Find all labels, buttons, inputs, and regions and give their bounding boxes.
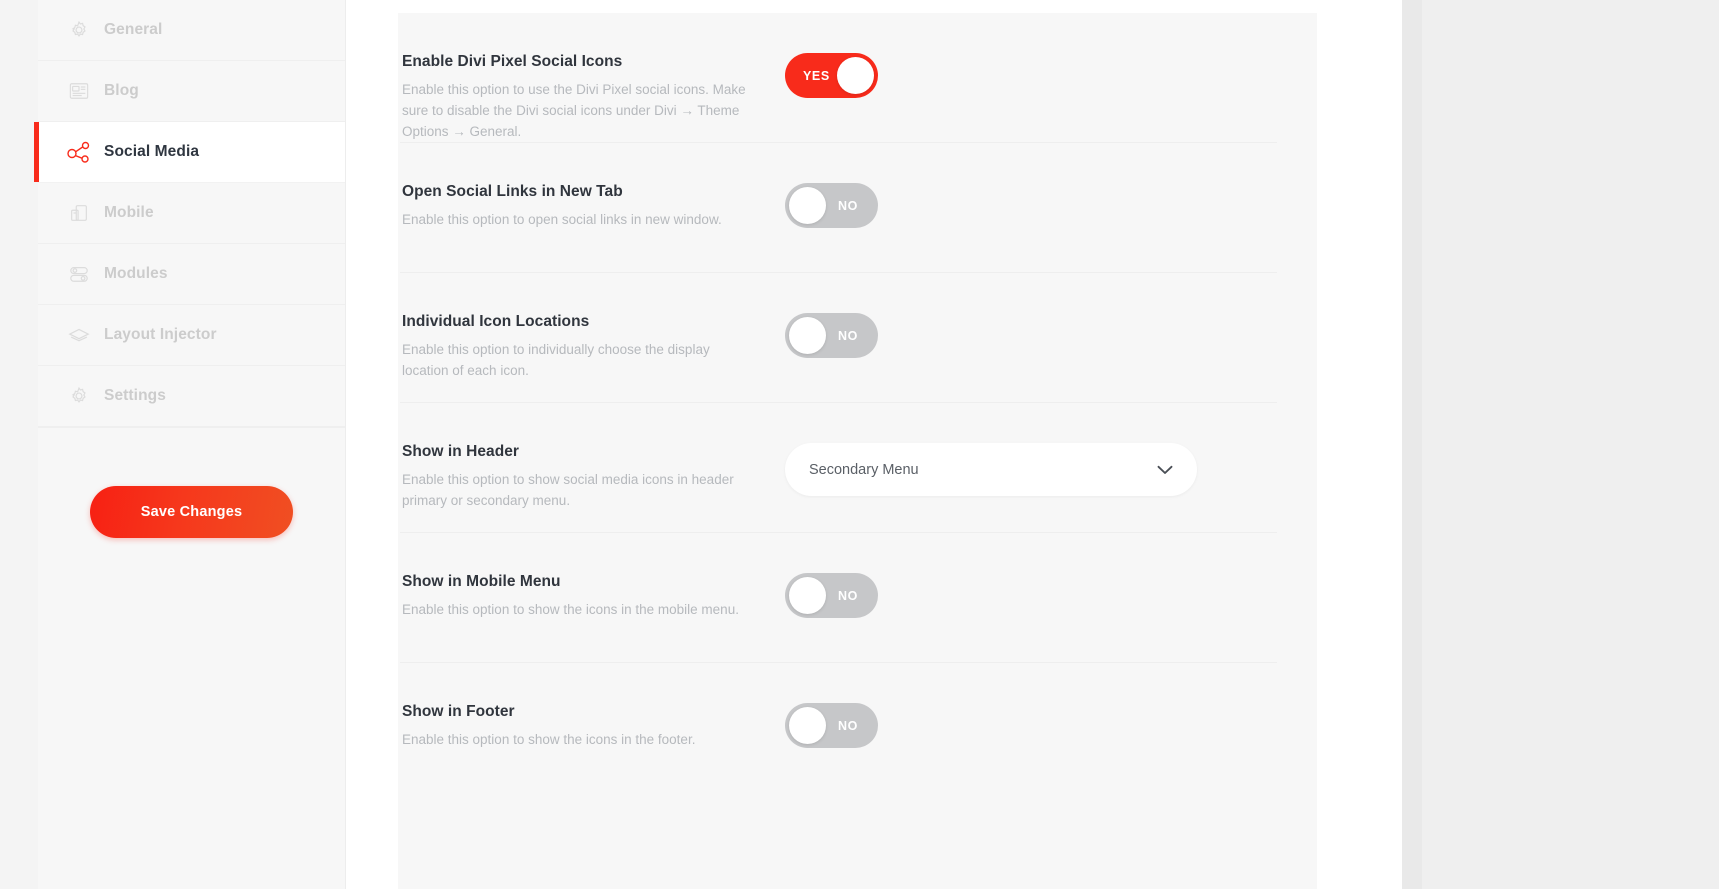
save-changes-button[interactable]: Save Changes: [90, 486, 293, 538]
option-control: NO: [782, 703, 1317, 751]
option-row: Individual Icon Locations Enable this opt…: [398, 273, 1317, 403]
sidebar-item-label: Settings: [104, 387, 166, 404]
option-row: Show in Footer Enable this option to show…: [398, 663, 1317, 793]
sidebar-item-label: Blog: [104, 82, 139, 99]
right-background-edge: [1402, 0, 1422, 889]
toggle-label: NO: [838, 198, 858, 213]
layers-icon: [66, 322, 92, 348]
toggle-switch[interactable]: NO: [785, 313, 878, 358]
option-control: Secondary Menu: [782, 443, 1317, 512]
option-control: NO: [782, 313, 1317, 382]
app-screen: General Blog Social Media Mobile Modules Layo…: [0, 0, 1719, 889]
toggle-label: NO: [838, 588, 858, 603]
option-text: Open Social Links in New Tab Enable this …: [402, 183, 782, 231]
option-control: YES: [782, 53, 1317, 143]
chevron-down-icon: [1157, 465, 1173, 475]
toggle-label: NO: [838, 328, 858, 343]
sidebar-item-label: Mobile: [104, 204, 154, 221]
option-description: Enable this option to show the icons in …: [402, 732, 696, 747]
toggle-knob: [789, 317, 826, 354]
share-icon: [66, 139, 92, 165]
sidebar-item-label: Social Media: [104, 143, 200, 160]
right-background: [1402, 0, 1719, 889]
mobile-icon: [66, 200, 92, 226]
modules-icon: [66, 261, 92, 287]
option-text: Individual Icon Locations Enable this opt…: [402, 313, 782, 382]
toggle-knob: [789, 187, 826, 224]
sidebar-item-social-media[interactable]: Social Media: [34, 122, 345, 183]
option-control: NO: [782, 183, 1317, 231]
option-row: Open Social Links in New Tab Enable this …: [398, 143, 1317, 273]
option-description: Enable this option to individually choos…: [402, 342, 710, 378]
toggle-label: YES: [803, 68, 830, 83]
option-title: Enable Divi Pixel Social Icons: [402, 53, 623, 70]
toggle-switch[interactable]: YES: [785, 53, 878, 98]
toggle-label: NO: [838, 718, 858, 733]
gear-icon: [66, 17, 92, 43]
option-description: Enable this option to use the Divi Pixel…: [402, 82, 746, 139]
toggle-knob: [789, 707, 826, 744]
sidebar-item-general[interactable]: General: [38, 0, 345, 61]
sidebar: General Blog Social Media Mobile Modules Layo…: [34, 0, 346, 889]
option-row: Enable Divi Pixel Social Icons Enable thi…: [398, 13, 1317, 143]
toggle-switch[interactable]: NO: [785, 703, 878, 748]
left-gutter: [0, 0, 38, 889]
option-text: Enable Divi Pixel Social Icons Enable thi…: [402, 53, 782, 143]
select-value: Secondary Menu: [809, 461, 919, 478]
sidebar-item-label: Layout Injector: [104, 326, 217, 343]
option-row: Show in Mobile Menu Enable this option to…: [398, 533, 1317, 663]
blog-icon: [66, 78, 92, 104]
sidebar-item-label: Modules: [104, 265, 168, 282]
settings-panel: Enable Divi Pixel Social Icons Enable thi…: [398, 13, 1317, 889]
toggle-knob: [789, 577, 826, 614]
sidebar-item-blog[interactable]: Blog: [38, 61, 345, 122]
option-text: Show in Mobile Menu Enable this option to…: [402, 573, 782, 621]
option-description: Enable this option to show social media …: [402, 472, 734, 508]
gear-icon: [66, 383, 92, 409]
option-text: Show in Header Enable this option to show…: [402, 443, 782, 512]
option-title: Individual Icon Locations: [402, 313, 590, 330]
sidebar-nav-list: General Blog Social Media Mobile Modules Layo…: [34, 0, 345, 427]
toggle-switch[interactable]: NO: [785, 573, 878, 618]
option-description: Enable this option to open social links …: [402, 212, 722, 227]
active-indicator-bar: [34, 122, 39, 182]
option-description: Enable this option to show the icons in …: [402, 602, 739, 617]
select-dropdown[interactable]: Secondary Menu: [785, 443, 1197, 496]
option-row: Show in Header Enable this option to show…: [398, 403, 1317, 533]
option-control: NO: [782, 573, 1317, 621]
option-title: Show in Footer: [402, 703, 515, 720]
option-text: Show in Footer Enable this option to show…: [402, 703, 782, 751]
option-title: Open Social Links in New Tab: [402, 183, 623, 200]
option-title: Show in Mobile Menu: [402, 573, 561, 590]
option-title: Show in Header: [402, 443, 519, 460]
sidebar-item-label: General: [104, 21, 163, 38]
sidebar-item-layout-injector[interactable]: Layout Injector: [38, 305, 345, 366]
sidebar-item-mobile[interactable]: Mobile: [38, 183, 345, 244]
toggle-knob: [837, 57, 874, 94]
sidebar-item-modules[interactable]: Modules: [38, 244, 345, 305]
save-button-wrapper: Save Changes: [38, 428, 345, 538]
toggle-switch[interactable]: NO: [785, 183, 878, 228]
sidebar-item-settings[interactable]: Settings: [38, 366, 345, 427]
